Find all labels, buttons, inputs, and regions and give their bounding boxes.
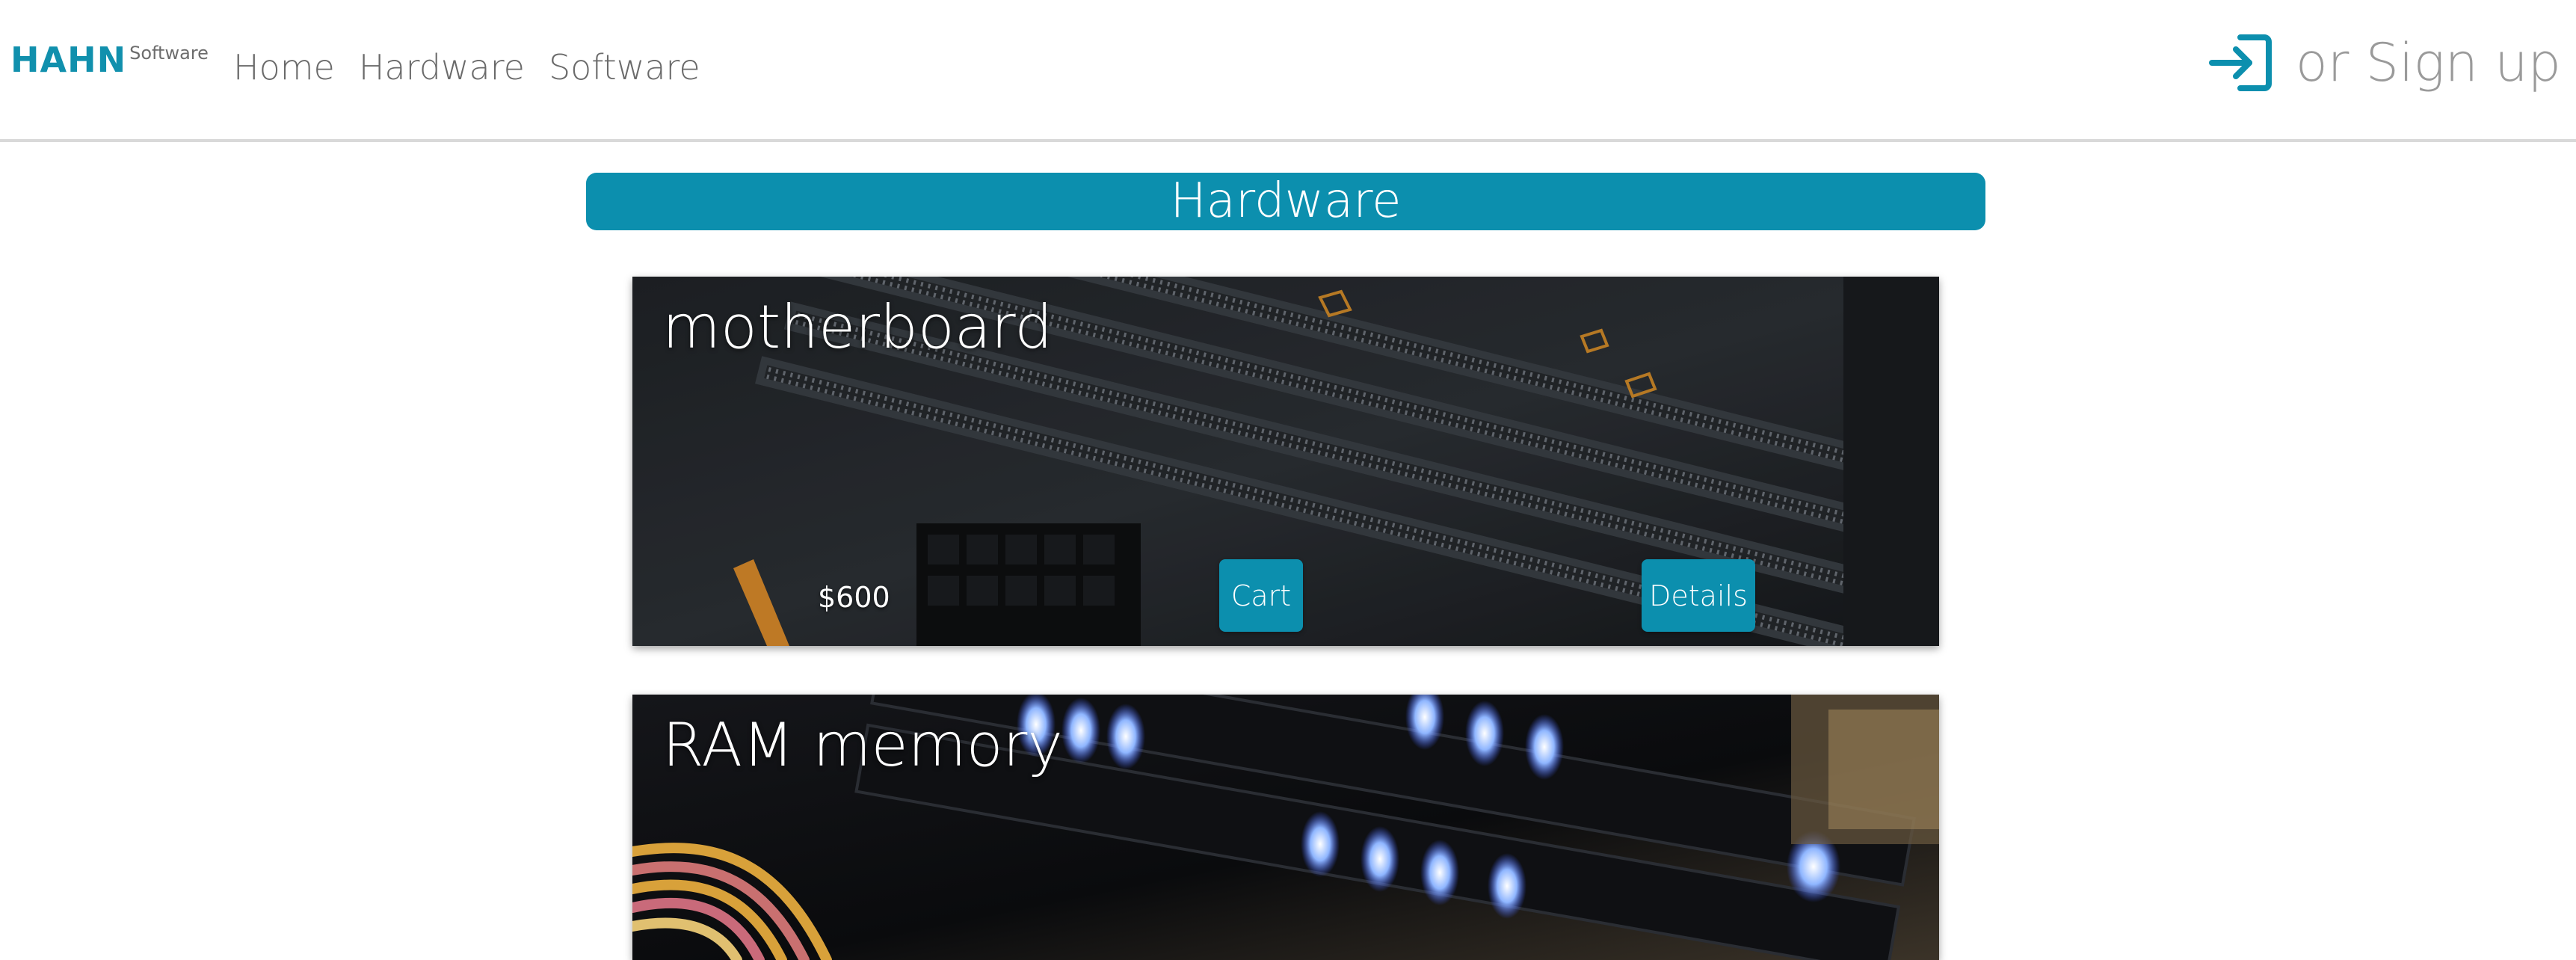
brand-name: HAHN bbox=[10, 40, 127, 80]
nav-hardware-link[interactable]: Hardware bbox=[359, 43, 525, 91]
signup-link[interactable]: or Sign up bbox=[2296, 31, 2561, 94]
product-card: RAM memory bbox=[632, 695, 1939, 960]
top-navbar: HAHN Software Home Hardware Software or … bbox=[0, 0, 2576, 142]
add-to-cart-button[interactable]: Cart bbox=[1219, 559, 1303, 632]
product-title: RAM memory bbox=[662, 710, 1063, 780]
main-nav: Home Hardware Software bbox=[233, 43, 700, 91]
section-banner: Hardware bbox=[586, 173, 1985, 230]
product-price: $600 bbox=[818, 581, 890, 614]
brand-subtitle: Software bbox=[129, 43, 209, 64]
details-button[interactable]: Details bbox=[1642, 559, 1755, 632]
brand-logo[interactable]: HAHN Software bbox=[10, 39, 209, 84]
product-card: motherboard $600 Cart Details bbox=[632, 277, 1939, 646]
nav-home-link[interactable]: Home bbox=[233, 43, 335, 91]
product-title: motherboard bbox=[662, 292, 1053, 362]
nav-software-link[interactable]: Software bbox=[549, 43, 700, 91]
login-arrow-icon[interactable] bbox=[2207, 33, 2273, 93]
section-title: Hardware bbox=[1170, 173, 1402, 229]
auth-area: or Sign up bbox=[2207, 31, 2561, 94]
